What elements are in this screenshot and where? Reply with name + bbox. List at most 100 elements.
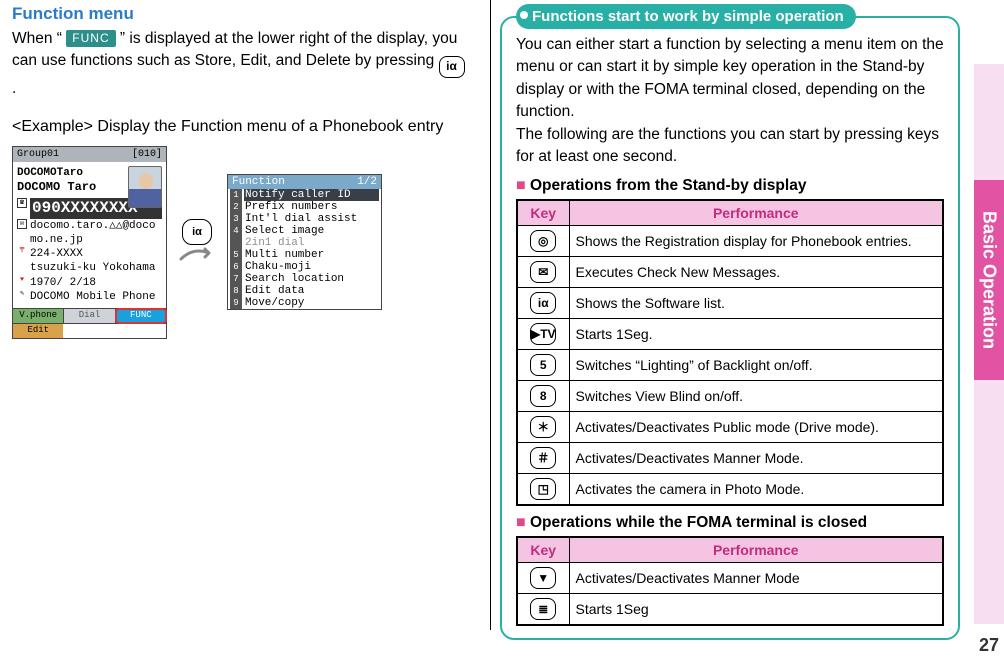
softkey-vphone: V.phone	[13, 309, 63, 323]
callout-para2: The following are the functions you can …	[516, 124, 944, 169]
email-text: docomo.taro.△△@docomo.ne.jp	[30, 219, 162, 248]
menu-item-label: Search location	[244, 273, 379, 285]
key-cell: ≣	[517, 593, 569, 625]
key-cell: ▶TV	[517, 318, 569, 349]
closed-heading: ■ Operations while the FOMA terminal is …	[516, 514, 944, 532]
key-cell: ◎	[517, 225, 569, 256]
menu-item-number: 9	[230, 297, 242, 309]
right-column: Functions start to work by simple operat…	[500, 0, 960, 640]
key-cell: ✉	[517, 256, 569, 287]
table-row: ◎Shows the Registration display for Phon…	[517, 225, 943, 256]
performance-cell: Shows the Software list.	[569, 287, 943, 318]
arrow-icon	[179, 245, 215, 265]
softkey-dial: Dial	[63, 309, 115, 323]
key-cell: ＃	[517, 442, 569, 473]
postal-icon: 〒	[17, 247, 27, 257]
example-line: <Example> Display the Function menu of a…	[12, 115, 467, 138]
postal-text: 224-XXXX	[30, 247, 162, 261]
keycap-icon: ＃	[530, 447, 556, 469]
avatar-image	[128, 166, 162, 208]
group-count: [010]	[132, 148, 162, 161]
function-menu-paragraph: When “ FUNC ” is displayed at the lower …	[12, 28, 467, 101]
entry-memo: ✎ DOCOMO Mobile Phone	[17, 290, 162, 304]
keycap-icon: ◳	[530, 478, 556, 500]
keycap-icon: ≣	[530, 598, 556, 620]
simple-operation-callout: Functions start to work by simple operat…	[500, 16, 960, 640]
callout-para1: You can either start a function by selec…	[516, 34, 944, 124]
menu-item-label: Int'l dial assist	[244, 213, 379, 225]
square-bullet-icon: ■	[516, 514, 526, 531]
entry-birthday: ♥ 1970/ 2/18	[17, 276, 162, 290]
function-menu-item: 3Int'l dial assist	[228, 213, 381, 225]
th-performance: Performance	[569, 537, 943, 563]
menu-item-label: 2in1 dial	[244, 237, 379, 249]
press-key-arrow: iα	[177, 219, 217, 265]
softkey-row-1: V.phone Dial FUNC	[13, 308, 166, 323]
th-performance: Performance	[569, 200, 943, 226]
menu-item-number: 1	[230, 189, 242, 201]
entry-email: ✉ docomo.taro.△△@docomo.ne.jp	[17, 219, 162, 248]
function-menu-list: 1Notify caller ID2Prefix numbers3Int'l d…	[228, 189, 381, 309]
key-cell: 8	[517, 380, 569, 411]
closed-table: Key Performance ▼Activates/Deactivates M…	[516, 536, 944, 626]
page-number: 27	[979, 635, 999, 656]
th-key: Key	[517, 200, 569, 226]
keycap-icon: ◎	[530, 230, 556, 252]
menu-item-number: 4	[230, 225, 242, 237]
square-bullet-icon: ■	[516, 177, 526, 194]
menu-item-label: Select image	[244, 225, 379, 237]
screenshots-row: Group01 [010] DOCOMOTaro DOCOMO Taro ☎ 0…	[12, 146, 467, 339]
mail-icon: ✉	[17, 219, 27, 229]
table-row: ✉Executes Check New Messages.	[517, 256, 943, 287]
keycap-icon: 5	[530, 354, 556, 376]
birthday-text: 1970/ 2/18	[30, 276, 162, 290]
table-row: ▼Activates/Deactivates Manner Mode	[517, 562, 943, 593]
contact-entries: ☎ 090XXXXXXXX ✉ docomo.taro.△△@docomo.ne…	[17, 198, 162, 305]
menu-item-label: Move/copy	[244, 297, 379, 309]
keycap-icon: ▶TV	[530, 323, 556, 345]
function-menu-item: 4Select image	[228, 225, 381, 237]
keycap-icon: ✉	[530, 261, 556, 283]
table-row: ≣ Starts 1Seg	[517, 593, 943, 625]
p1-text-c: .	[12, 80, 16, 97]
group-name: Group01	[17, 148, 59, 161]
performance-cell: Starts 1Seg	[569, 593, 943, 625]
key-cell: ＊	[517, 411, 569, 442]
standby-heading: ■ Operations from the Stand-by display	[516, 177, 944, 195]
function-menu-item: 7Search location	[228, 273, 381, 285]
table-row: ◳Activates the camera in Photo Mode.	[517, 473, 943, 505]
menu-item-number	[230, 237, 242, 249]
fn-title: Function	[232, 176, 285, 188]
key-cell: 5	[517, 349, 569, 380]
heart-icon: ♥	[17, 276, 27, 286]
performance-cell: Switches “Lighting” of Backlight on/off.	[569, 349, 943, 380]
menu-item-label: Prefix numbers	[244, 201, 379, 213]
keycap-icon: 8	[530, 385, 556, 407]
key-i-alpha-icon: iα	[439, 56, 465, 78]
key-cell: iα	[517, 287, 569, 318]
softkey-edit: Edit	[13, 324, 63, 338]
menu-item-label: Multi number	[244, 249, 379, 261]
phone-icon: ☎	[17, 198, 27, 208]
keycap-icon: iα	[530, 292, 556, 314]
performance-cell: Switches View Blind on/off.	[569, 380, 943, 411]
menu-item-number: 3	[230, 213, 242, 225]
phonebook-screen: Group01 [010] DOCOMOTaro DOCOMO Taro ☎ 0…	[12, 146, 167, 339]
menu-item-label: Edit data	[244, 285, 379, 297]
function-menu-item: 6Chaku-moji	[228, 261, 381, 273]
callout-tab: Functions start to work by simple operat…	[516, 4, 856, 29]
page: Basic Operation 27 Function menu When “ …	[0, 0, 1004, 662]
menu-item-label: Chaku-moji	[244, 261, 379, 273]
standby-table: Key Performance ◎Shows the Registration …	[516, 199, 944, 506]
function-menu-item: 8Edit data	[228, 285, 381, 297]
phonebook-header: Group01 [010]	[13, 147, 166, 162]
keycap-icon: ＊	[530, 416, 556, 438]
performance-cell: Starts 1Seg.	[569, 318, 943, 349]
function-menu-screen: Function 1/2 1Notify caller ID2Prefix nu…	[227, 174, 382, 310]
menu-item-number: 5	[230, 249, 242, 261]
p1-text-a: When “	[12, 30, 62, 47]
performance-cell: Activates/Deactivates Public mode (Drive…	[569, 411, 943, 442]
function-menu-title: Function menu	[12, 4, 467, 24]
softkey-row-2: Edit	[13, 323, 166, 338]
column-divider	[490, 0, 491, 630]
